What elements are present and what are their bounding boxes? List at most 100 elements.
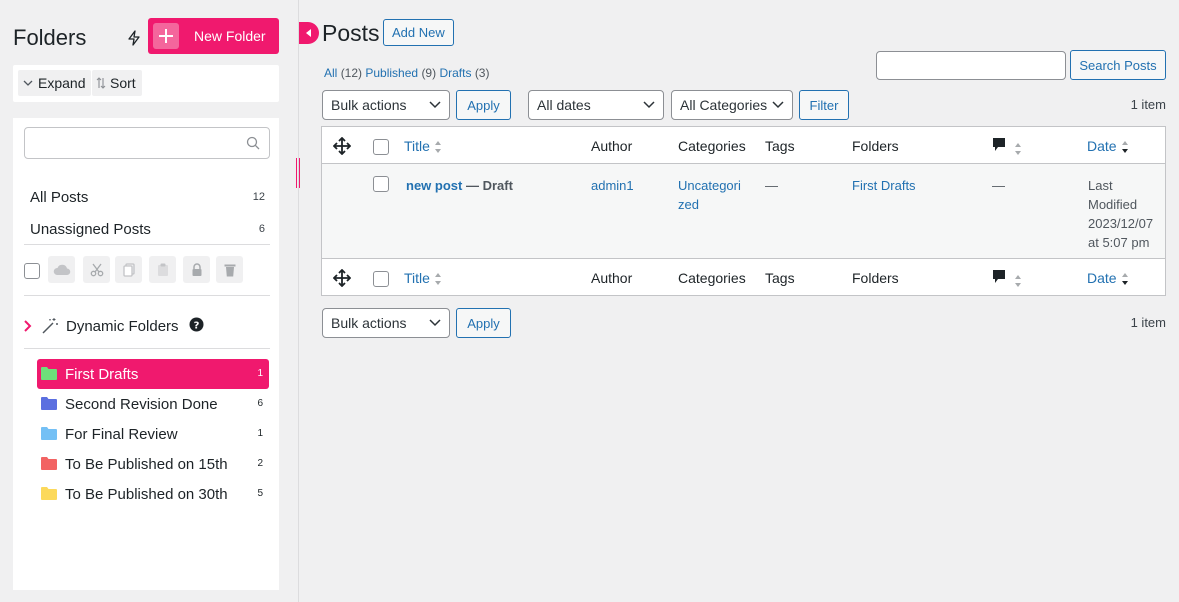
paste-icon[interactable] (149, 256, 176, 283)
dates-filter-select[interactable]: All dates (528, 90, 664, 120)
sort-arrows-icon (1014, 143, 1021, 156)
column-comments[interactable] (992, 137, 1022, 156)
folder-search-input[interactable] (24, 127, 270, 159)
folder-icon (41, 487, 57, 500)
folder-icon (41, 457, 57, 470)
dynamic-folders-label: Dynamic Folders (66, 318, 179, 335)
filter-all-link[interactable]: All (324, 66, 337, 80)
column-title[interactable]: Title (404, 138, 442, 154)
new-folder-button[interactable]: New Folder (148, 18, 279, 54)
folder-count: 2 (257, 458, 263, 469)
bulk-actions-select-top[interactable]: Bulk actions (322, 90, 450, 120)
folder-item-second-revision-done[interactable]: Second Revision Done 6 (37, 389, 269, 419)
plus-icon (153, 23, 179, 49)
filter-published-link[interactable]: Published (365, 66, 418, 80)
folder-item-published-15th[interactable]: To Be Published on 15th 2 (37, 449, 269, 479)
category-line-2: zed (678, 197, 699, 212)
sort-label: Sort (110, 75, 136, 91)
bulk-actions-select-bottom[interactable]: Bulk actions (322, 308, 450, 338)
filter-all-count: (12) (340, 66, 363, 80)
apply-button-top[interactable]: Apply (456, 90, 511, 120)
column-title[interactable]: Title (404, 270, 442, 286)
scissors-icon[interactable] (83, 256, 110, 283)
select-all-folders-checkbox[interactable] (24, 263, 40, 279)
select-all-checkbox-bottom[interactable] (373, 271, 389, 287)
categories-filter-select[interactable]: All Categories (671, 90, 793, 120)
cloud-download-icon[interactable] (48, 256, 75, 283)
date-line-3: 2023/12/07 (1088, 216, 1154, 231)
move-icon[interactable] (333, 137, 351, 155)
sort-arrows-icon (434, 141, 441, 154)
folders-title: Folders (13, 25, 87, 50)
column-categories: Categories (678, 138, 746, 154)
folder-name: Second Revision Done (65, 396, 218, 413)
expand-button[interactable]: Expand (18, 70, 92, 96)
post-comments: — (992, 178, 1005, 193)
post-folder-link[interactable]: First Drafts (852, 176, 916, 195)
dynamic-folders-item[interactable]: Dynamic Folders ? (23, 316, 273, 338)
copy-icon[interactable] (115, 256, 142, 283)
folder-item-for-final-review[interactable]: For Final Review 1 (37, 419, 269, 449)
folder-icon (41, 397, 57, 410)
dates-filter-value: All dates (537, 97, 591, 113)
trash-icon[interactable] (216, 256, 243, 283)
folder-count: 1 (257, 428, 263, 439)
posts-search-input[interactable] (876, 51, 1066, 80)
sort-button[interactable]: Sort (92, 70, 142, 96)
bolt-icon[interactable] (126, 30, 142, 46)
unassigned-posts-label: Unassigned Posts (30, 221, 151, 238)
row-checkbox[interactable] (373, 176, 389, 192)
filter-button[interactable]: Filter (799, 90, 849, 120)
caret-left-icon (306, 29, 311, 37)
apply-button-bottom[interactable]: Apply (456, 308, 511, 338)
all-posts-count: 12 (252, 191, 265, 203)
filter-drafts-link[interactable]: Drafts (439, 66, 471, 80)
status-filter-links: All (12) Published (9) Drafts (3) (324, 66, 489, 80)
folder-icon (41, 367, 57, 380)
divider (24, 244, 270, 245)
help-icon[interactable]: ? (189, 317, 204, 332)
comment-icon (993, 270, 1005, 283)
chevron-right-icon[interactable] (23, 319, 33, 333)
select-all-checkbox[interactable] (373, 139, 389, 155)
filter-published-count: (9) (421, 66, 437, 80)
folder-icon (41, 427, 57, 440)
table-header: Title Author Categories Tags Folders Dat… (322, 127, 1165, 164)
column-tags: Tags (765, 138, 795, 154)
lock-icon[interactable] (183, 256, 210, 283)
sidebar-resize-handle[interactable] (296, 158, 300, 188)
column-tags: Tags (765, 270, 795, 286)
categories-filter-value: All Categories (680, 97, 768, 113)
sort-icon (96, 77, 106, 89)
folder-count: 1 (257, 368, 263, 379)
all-posts-label: All Posts (30, 189, 89, 206)
collapse-sidebar-button[interactable] (299, 22, 319, 44)
chevron-down-icon (772, 101, 784, 109)
post-author-link[interactable]: admin1 (591, 176, 634, 195)
move-icon[interactable] (333, 269, 351, 287)
column-comments[interactable] (992, 269, 1022, 288)
item-count-top: 1 item (1130, 97, 1166, 112)
folder-item-published-30th[interactable]: To Be Published on 30th 5 (37, 479, 269, 509)
all-posts-item[interactable]: All Posts 12 (30, 189, 265, 206)
divider (24, 295, 270, 296)
column-date[interactable]: Date (1087, 270, 1129, 286)
comment-icon (993, 138, 1005, 151)
chevron-down-icon (429, 319, 441, 327)
folder-item-first-drafts[interactable]: First Drafts 1 (37, 359, 269, 389)
column-title-label: Title (404, 270, 430, 286)
post-category-link[interactable]: Uncategori zed (678, 176, 741, 214)
add-new-button[interactable]: Add New (383, 19, 454, 46)
divider (24, 348, 270, 349)
date-line-4: at 5:07 pm (1088, 235, 1150, 250)
search-posts-button[interactable]: Search Posts (1070, 50, 1166, 80)
chevron-down-icon (23, 80, 33, 86)
unassigned-posts-item[interactable]: Unassigned Posts 6 (30, 221, 265, 238)
svg-text:?: ? (194, 320, 200, 331)
post-title-link[interactable]: new post (406, 178, 462, 193)
column-date[interactable]: Date (1087, 138, 1129, 154)
date-line-1: Last (1088, 178, 1113, 193)
folder-name: For Final Review (65, 426, 178, 443)
new-folder-label: New Folder (194, 28, 266, 44)
folder-panel: All Posts 12 Unassigned Posts 6 Dynamic … (13, 118, 279, 590)
